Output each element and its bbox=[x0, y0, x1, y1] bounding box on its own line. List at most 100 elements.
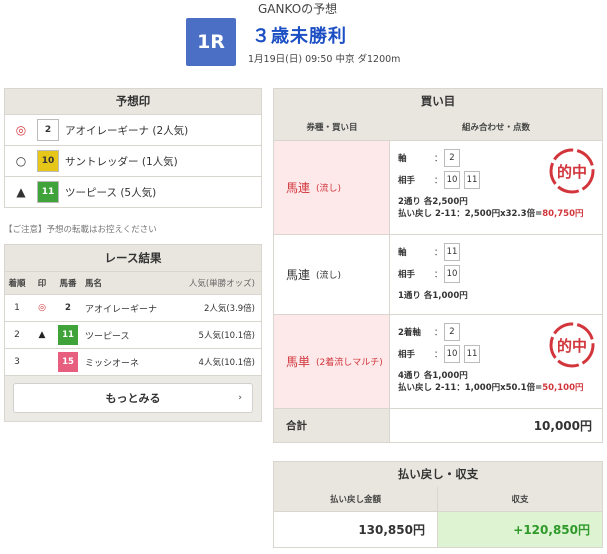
horse-popularity: (2人気) bbox=[152, 124, 189, 137]
horse-name: サントレッダー (1人気) bbox=[65, 154, 178, 169]
horse-number-box: 2 bbox=[58, 298, 78, 318]
name-cell: アオイレーギーナ bbox=[85, 304, 158, 315]
horse-number-box: 10 bbox=[37, 150, 59, 172]
payout-line: 払い戻し 2-11：1,000円x50.1倍=50,100円 bbox=[398, 381, 594, 393]
bet-subtype: (2着流しマルチ) bbox=[316, 358, 383, 368]
payout-formula: 払い戻し 2-11：1,000円x50.1倍= bbox=[398, 383, 543, 393]
bet-summary: 2通り 各2,500円 bbox=[398, 197, 468, 207]
col-bet-type: 券種・買い目 bbox=[306, 123, 358, 133]
line-label: 相手 bbox=[398, 350, 416, 360]
col-balance: 収支 bbox=[511, 495, 529, 505]
payout-formula: 払い戻し 2-11：2,500円x32.3倍= bbox=[398, 209, 543, 219]
marks-panel-title: 予想印 bbox=[4, 88, 262, 115]
total-row: 合計 10,000円 bbox=[274, 408, 602, 442]
line-label: 軸 bbox=[398, 248, 407, 258]
hit-stamp-icon: 的中 bbox=[549, 322, 595, 368]
mark-symbol: ▲ bbox=[16, 185, 26, 199]
col-mark: 印 bbox=[37, 279, 47, 289]
horse-number-box: 11 bbox=[58, 325, 78, 345]
popularity-cell: 4人気(10.1倍) bbox=[198, 358, 255, 368]
bet-summary: 1通り 各1,000円 bbox=[398, 291, 468, 301]
bet-type: 馬単 bbox=[286, 355, 311, 369]
col-payout-amount: 払い戻し金額 bbox=[274, 487, 438, 511]
rank-cell: 3 bbox=[14, 357, 20, 367]
number-cell: 11 bbox=[55, 325, 81, 345]
race-title: ３歳未勝利 bbox=[252, 26, 347, 47]
payout-values: 130,850円 +120,850円 bbox=[274, 511, 602, 547]
hit-stamp-text: 的中 bbox=[557, 337, 587, 355]
payout-table: 払い戻し金額 収支 130,850円 +120,850円 bbox=[273, 487, 603, 548]
table-row: 3 15 ミッシオーネ 4人気(10.1倍) bbox=[5, 348, 261, 375]
bet-type: 馬連 bbox=[286, 181, 311, 195]
results-header: 着順 印 馬番 馬名 人気(単勝オッズ) bbox=[5, 272, 261, 294]
horse-name: アオイレーギーナ (2人気) bbox=[65, 123, 188, 138]
results-panel-title: レース結果 bbox=[4, 244, 262, 272]
results-table: 着順 印 馬番 馬名 人気(単勝オッズ) 1 ◎ 2 アオイレーギーナ 2人気(… bbox=[4, 272, 262, 376]
caution-note: 【ご注意】予想の転載はお控えください bbox=[4, 225, 157, 235]
col-name: 馬名 bbox=[85, 279, 103, 289]
marks-table: ◎ 2 アオイレーギーナ (2人気) ○ 10 サントレッダー (1人気) ▲ … bbox=[4, 114, 262, 208]
bet-detail: 軸： 2 相手： 10 11 2通り 各2,500円 払い戻し 2-11：2,500円… bbox=[390, 141, 602, 234]
popularity-cell: 2人気(3.9倍) bbox=[203, 304, 255, 314]
popularity-cell: 5人気(10.1倍) bbox=[198, 331, 255, 341]
bet-detail: 軸： 11 相手： 10 1通り 各1,000円 bbox=[390, 235, 602, 314]
horse-name-text: アオイレーギーナ bbox=[65, 124, 149, 137]
axis-line: 軸： 11 bbox=[398, 241, 594, 263]
table-row: 2 ▲ 11 ツーピース 5人気(10.1倍) bbox=[5, 321, 261, 348]
bets-panel-title: 買い目 bbox=[273, 88, 603, 115]
mark-row: ○ 10 サントレッダー (1人気) bbox=[5, 145, 261, 176]
total-label: 合計 bbox=[274, 409, 390, 442]
mark-row: ◎ 2 アオイレーギーナ (2人気) bbox=[5, 114, 261, 145]
number-box: 10 bbox=[444, 345, 460, 363]
bet-type-cell: 馬単 (2着流しマルチ) bbox=[274, 315, 390, 408]
bets-header: 券種・買い目 組み合わせ・点数 bbox=[274, 114, 602, 140]
number-cell: 2 bbox=[55, 298, 81, 318]
horse-popularity: (1人気) bbox=[141, 155, 178, 168]
horse-number-box: 11 bbox=[37, 181, 59, 203]
horse-popularity: (5人気) bbox=[120, 186, 157, 199]
number-box: 11 bbox=[464, 171, 480, 189]
bet-row: 馬連 (流し) 軸： 11 相手： 10 1通り 各1,000円 bbox=[274, 234, 602, 314]
mark-symbol: ◎ bbox=[15, 123, 27, 137]
payout-amount: 130,850円 bbox=[274, 512, 438, 547]
horse-name-text: サントレッダー bbox=[65, 155, 139, 168]
bet-row: 馬単 (2着流しマルチ) 2着軸： 2 相手： 10 11 4通り 各1,000円 払い… bbox=[274, 314, 602, 408]
bet-summary: 4通り 各1,000円 bbox=[398, 371, 468, 381]
rank-cell: 2 bbox=[14, 330, 20, 340]
bet-subtype: (流し) bbox=[316, 184, 342, 194]
line-label: 相手 bbox=[398, 176, 416, 186]
mark-cell: ▲ bbox=[38, 330, 46, 340]
number-box: 11 bbox=[464, 345, 480, 363]
horse-name-text: ツーピース bbox=[65, 186, 117, 199]
predictor-name: GANKOの予想 bbox=[258, 2, 338, 16]
bet-row: 馬連 (流し) 軸： 2 相手： 10 11 2通り 各2,500円 払い戻し 2-11… bbox=[274, 140, 602, 234]
mark-row: ▲ 11 ツーピース (5人気) bbox=[5, 176, 261, 207]
number-box: 10 bbox=[444, 265, 460, 283]
race-info: 1月19日(日) 09:50 中京 ダ1200m bbox=[248, 54, 401, 65]
payout-value: 50,100円 bbox=[542, 383, 584, 393]
rank-cell: 1 bbox=[14, 303, 20, 313]
col-rank: 着順 bbox=[8, 279, 26, 289]
bet-type: 馬連 bbox=[286, 268, 311, 282]
total-value: 10,000円 bbox=[533, 419, 592, 433]
bets-table: 券種・買い目 組み合わせ・点数 馬連 (流し) 軸： 2 相手： 10 11 2通り 各… bbox=[273, 114, 603, 443]
name-cell: ミッシオーネ bbox=[85, 358, 140, 369]
race-number-badge: 1R bbox=[186, 18, 236, 66]
balance-value: +120,850円 bbox=[438, 512, 602, 547]
payout-value: 80,750円 bbox=[542, 209, 584, 219]
mark-cell: ◎ bbox=[38, 303, 46, 313]
more-button-area: もっとみる › bbox=[4, 376, 262, 422]
col-combination: 組み合わせ・点数 bbox=[461, 123, 530, 133]
see-more-button[interactable]: もっとみる › bbox=[13, 383, 253, 413]
bet-type-cell: 馬連 (流し) bbox=[274, 235, 390, 314]
horse-number-box: 15 bbox=[58, 352, 78, 372]
bet-type-cell: 馬連 (流し) bbox=[274, 141, 390, 234]
col-popularity: 人気(単勝オッズ) bbox=[188, 279, 255, 289]
chevron-right-icon: › bbox=[238, 393, 242, 403]
horse-name: ツーピース (5人気) bbox=[65, 185, 156, 200]
line-label: 2着軸 bbox=[398, 328, 421, 338]
mark-symbol: ○ bbox=[15, 154, 27, 168]
bet-subtype: (流し) bbox=[316, 271, 342, 281]
horse-number-box: 2 bbox=[37, 119, 59, 141]
number-box: 2 bbox=[444, 149, 460, 167]
